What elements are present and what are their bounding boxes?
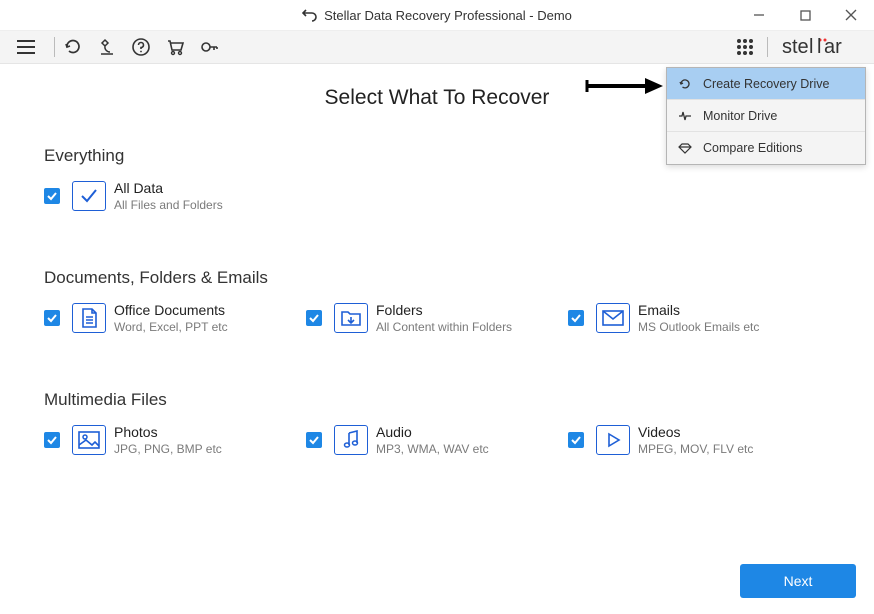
checkbox-all-data[interactable] (44, 188, 60, 204)
play-icon (596, 425, 630, 455)
grid-apps-icon[interactable] (733, 35, 757, 59)
image-icon (72, 425, 106, 455)
item-subtitle: MS Outlook Emails etc (638, 320, 759, 334)
folder-download-icon (334, 303, 368, 333)
checkbox-folders[interactable] (306, 310, 322, 326)
next-button[interactable]: Next (740, 564, 856, 598)
more-tools-dropdown: Create Recovery Drive Monitor Drive Comp… (666, 67, 866, 165)
pulse-icon (677, 109, 693, 123)
svg-text:l: l (817, 36, 821, 58)
item-title: Photos (114, 424, 222, 440)
section-documents: Documents, Folders & Emails Office Docum… (44, 268, 830, 334)
check-icon (72, 181, 106, 211)
menu-item-label: Monitor Drive (703, 109, 777, 123)
hamburger-icon[interactable] (14, 35, 38, 59)
section-heading: Multimedia Files (44, 390, 830, 410)
menu-create-recovery-drive[interactable]: Create Recovery Drive (667, 68, 865, 100)
section-heading: Documents, Folders & Emails (44, 268, 830, 288)
checkbox-emails[interactable] (568, 310, 584, 326)
item-subtitle: All Content within Folders (376, 320, 512, 334)
brand-logo: stellar (782, 35, 860, 59)
refresh-icon (677, 77, 693, 91)
checkbox-office[interactable] (44, 310, 60, 326)
item-subtitle: MP3, WMA, WAV etc (376, 442, 489, 456)
diamond-icon (677, 141, 693, 155)
item-subtitle: All Files and Folders (114, 198, 223, 212)
help-icon[interactable] (129, 35, 153, 59)
menu-compare-editions[interactable]: Compare Editions (667, 132, 865, 164)
item-subtitle: Word, Excel, PPT etc (114, 320, 228, 334)
key-icon[interactable] (197, 35, 221, 59)
section-multimedia: Multimedia Files Photos JPG, PNG, BMP et… (44, 390, 830, 456)
window-title-wrap: Stellar Data Recovery Professional - Dem… (302, 8, 572, 23)
refresh-icon[interactable] (61, 35, 85, 59)
undo-icon (302, 8, 318, 22)
annotation-arrow (585, 76, 665, 96)
checkbox-videos[interactable] (568, 432, 584, 448)
cart-icon[interactable] (163, 35, 187, 59)
checkbox-photos[interactable] (44, 432, 60, 448)
microscope-icon[interactable] (95, 35, 119, 59)
item-title: Videos (638, 424, 753, 440)
menu-item-label: Compare Editions (703, 141, 802, 155)
item-subtitle: MPEG, MOV, FLV etc (638, 442, 753, 456)
menu-monitor-drive[interactable]: Monitor Drive (667, 100, 865, 132)
item-title: Folders (376, 302, 512, 318)
svg-text:ar: ar (824, 36, 842, 58)
svg-text:l: l (809, 36, 813, 58)
item-title: All Data (114, 180, 223, 196)
titlebar: Stellar Data Recovery Professional - Dem… (0, 0, 874, 30)
checkbox-audio[interactable] (306, 432, 322, 448)
toolbar: stellar (0, 30, 874, 64)
menu-item-label: Create Recovery Drive (703, 77, 829, 91)
item-title: Office Documents (114, 302, 228, 318)
window-title: Stellar Data Recovery Professional - Dem… (324, 8, 572, 23)
music-note-icon (334, 425, 368, 455)
maximize-button[interactable] (782, 0, 828, 30)
envelope-icon (596, 303, 630, 333)
item-title: Emails (638, 302, 759, 318)
close-button[interactable] (828, 0, 874, 30)
item-subtitle: JPG, PNG, BMP etc (114, 442, 222, 456)
item-title: Audio (376, 424, 489, 440)
svg-text:ste: ste (782, 36, 809, 58)
document-icon (72, 303, 106, 333)
minimize-button[interactable] (736, 0, 782, 30)
